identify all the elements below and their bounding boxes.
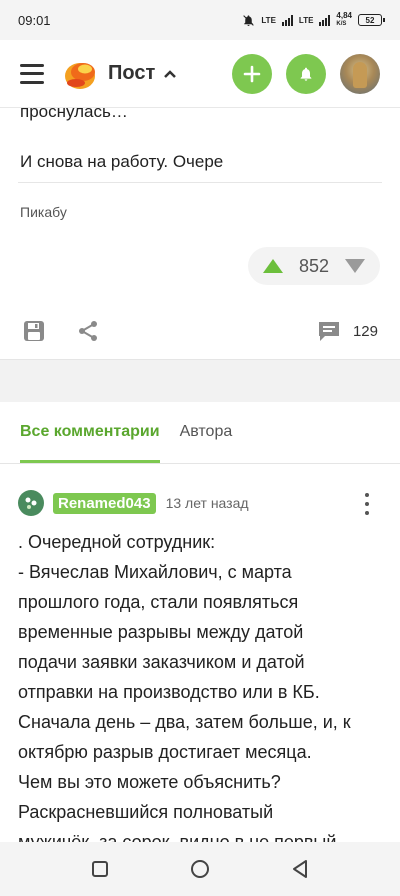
post-divider <box>18 182 382 183</box>
comments-icon[interactable] <box>317 320 341 342</box>
post-card: проснулась… И снова на работу. Очере Пик… <box>0 102 400 360</box>
upvote-icon[interactable] <box>262 258 284 274</box>
tab-author-comments[interactable]: Автора <box>180 402 233 463</box>
comment-line: мужичёк, за сорок, видно в не первый <box>18 832 337 842</box>
comment-line: Сначала день – два, затем больше, и, к <box>18 712 351 732</box>
back-triangle-icon <box>293 860 307 878</box>
chevron-up-icon <box>164 69 177 78</box>
post-source[interactable]: Пикабу <box>20 204 67 220</box>
comment-line: - Вячеслав Михайлович, с марта <box>18 562 292 582</box>
post-text: И снова на работу. Очере <box>20 152 224 171</box>
bell-off-icon <box>243 14 255 26</box>
signal-icon-1 <box>281 14 293 26</box>
signal-icon-2 <box>319 14 331 26</box>
circle-icon <box>191 860 209 878</box>
comment-author-avatar[interactable] <box>18 490 44 516</box>
page-title[interactable]: Пост <box>108 62 177 85</box>
rating-box: 852 <box>248 247 380 285</box>
notifications-button[interactable] <box>286 53 326 94</box>
bell-icon <box>300 67 312 81</box>
back-button[interactable] <box>285 854 315 884</box>
pikabu-logo[interactable] <box>62 56 98 92</box>
rating-count: 852 <box>298 255 330 276</box>
home-button[interactable] <box>185 854 215 884</box>
post-actions: 129 <box>0 308 400 354</box>
recents-button[interactable] <box>85 854 115 884</box>
comment-line: . Очередной сотрудник: <box>18 532 216 552</box>
comment-line: прошлого года, стали появляться <box>18 592 299 612</box>
net-speed-value: 4,84 <box>336 11 352 20</box>
save-icon[interactable] <box>22 319 46 343</box>
comment-tabs: Все комментарии Автора <box>0 402 400 464</box>
more-options-icon[interactable] <box>364 493 370 515</box>
status-time: 09:01 <box>18 12 51 28</box>
lte-indicator-2: LTE <box>298 15 314 25</box>
plus-icon <box>243 65 261 82</box>
comment-body: . Очередной сотрудник: - Вячеслав Михайл… <box>0 517 400 842</box>
comment-line: подачи заявки заказчиком и датой <box>18 652 305 672</box>
comment-line: отправки на производство или в КБ. <box>18 682 320 702</box>
downvote-icon[interactable] <box>344 258 366 274</box>
status-icons: LTE LTE 4,84 K/S 52 <box>242 12 385 28</box>
comment-line: октябрю разрыв достигает месяца. <box>18 742 312 762</box>
tab-all-comments[interactable]: Все комментарии <box>20 402 160 463</box>
square-icon <box>92 861 108 877</box>
net-speed: 4,84 K/S <box>336 12 352 28</box>
share-icon[interactable] <box>76 319 100 343</box>
comment-line: Чем вы это можете объяснить? <box>18 772 281 792</box>
lte-indicator-1: LTE <box>261 15 276 25</box>
comment-line: Раскрасневшийся полноватый <box>18 802 274 822</box>
battery-icon: 52 <box>358 14 385 26</box>
page-title-text: Пост <box>108 62 156 84</box>
comment-header: Renamed043 13 лет назад <box>0 489 400 517</box>
status-bar: 09:01 LTE LTE 4,84 K/S 52 <box>0 0 400 40</box>
user-avatar[interactable] <box>340 53 380 94</box>
net-speed-unit: K/S <box>336 21 347 27</box>
comments-section: Все комментарии Автора Renamed043 13 лет… <box>0 402 400 842</box>
add-post-button[interactable] <box>232 53 272 94</box>
comments-count[interactable]: 129 <box>353 323 378 340</box>
battery-level: 52 <box>365 15 375 25</box>
system-nav-bar <box>0 842 400 896</box>
comment-author-name[interactable]: Renamed043 <box>53 492 156 514</box>
post-text-cut: проснулась… <box>20 102 128 121</box>
comment-time: 13 лет назад <box>165 495 249 511</box>
comment-line: временные разрывы между датой <box>18 622 304 642</box>
menu-icon[interactable] <box>20 63 44 84</box>
app-bar: Пост <box>0 40 400 108</box>
